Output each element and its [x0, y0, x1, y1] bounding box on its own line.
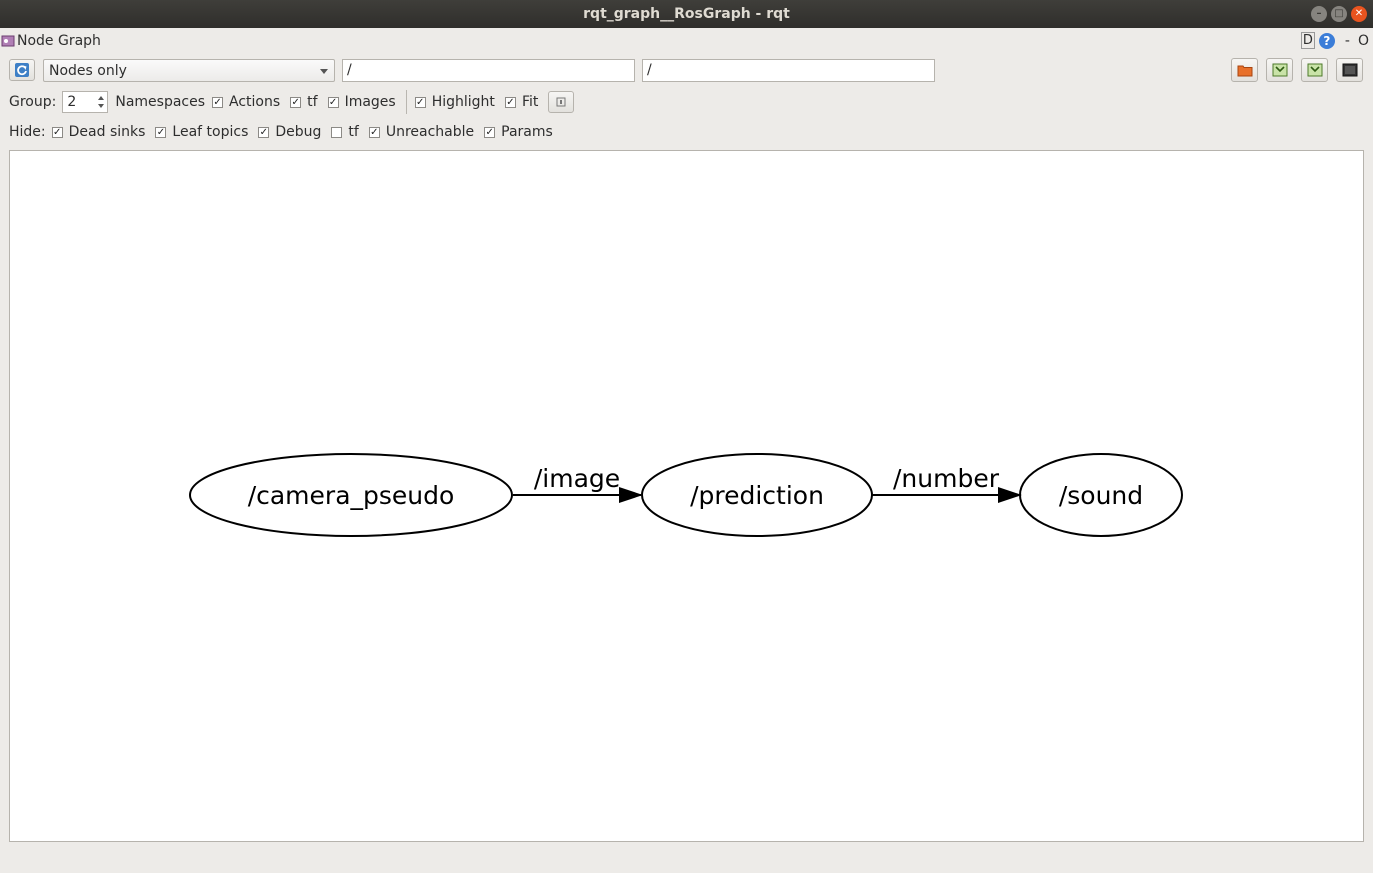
- node-label: /sound: [1059, 481, 1143, 510]
- group-label: Group:: [9, 94, 57, 110]
- minimize-plugin-button[interactable]: -: [1345, 33, 1350, 49]
- leaf-topics-option[interactable]: ✓ Leaf topics: [155, 124, 248, 140]
- params-checkbox[interactable]: ✓: [484, 126, 496, 138]
- leaf-topics-checkbox[interactable]: ✓: [155, 126, 167, 138]
- node-filter-input[interactable]: /: [342, 59, 635, 82]
- unreachable-option[interactable]: ✓ Unreachable: [368, 124, 475, 140]
- save-image-button[interactable]: [1336, 58, 1363, 82]
- dead-sinks-option[interactable]: ✓ Dead sinks: [51, 124, 146, 140]
- spin-up-icon[interactable]: [98, 96, 105, 100]
- images-label: Images: [344, 94, 396, 110]
- spin-down-icon[interactable]: [98, 104, 105, 108]
- node-label: /camera_pseudo: [248, 481, 455, 510]
- plugin-icon: [1, 35, 15, 47]
- params-label: Params: [501, 124, 553, 140]
- node-label: /prediction: [690, 481, 824, 510]
- fit-option[interactable]: ✓ Fit: [504, 94, 539, 110]
- highlight-option[interactable]: ✓ Highlight: [414, 94, 495, 110]
- dead-sinks-label: Dead sinks: [68, 124, 146, 140]
- params-option[interactable]: ✓ Params: [484, 124, 553, 140]
- images-option[interactable]: ✓ Images: [327, 94, 396, 110]
- chevron-down-icon: [320, 69, 328, 74]
- edge-label: /number: [893, 464, 1000, 493]
- images-checkbox[interactable]: ✓: [327, 96, 339, 108]
- graph-edge[interactable]: /image: [513, 464, 643, 503]
- hide-tf-option[interactable]: tf: [331, 124, 359, 140]
- edge-label: /image: [534, 464, 620, 493]
- tf-label: tf: [307, 94, 318, 110]
- hide-tf-label: tf: [348, 124, 359, 140]
- plugin-header-controls: D ? - O: [1300, 32, 1369, 49]
- fit-label: Fit: [521, 94, 539, 110]
- folder-icon: [1237, 65, 1252, 77]
- file-tools: [1231, 58, 1363, 82]
- namespaces-label: Namespaces: [115, 94, 206, 110]
- image-icon: [1342, 63, 1357, 77]
- group-value: 2: [67, 94, 77, 110]
- refresh-icon: [15, 63, 29, 77]
- actions-checkbox[interactable]: ✓: [212, 96, 224, 108]
- load-dot-button[interactable]: [1231, 58, 1258, 82]
- actions-label: Actions: [229, 94, 281, 110]
- unreachable-checkbox[interactable]: ✓: [368, 126, 380, 138]
- close-plugin-button[interactable]: O: [1358, 33, 1369, 49]
- maximize-icon[interactable]: □: [1331, 6, 1347, 22]
- group-spinbox[interactable]: 2: [62, 91, 109, 113]
- graph-node[interactable]: /camera_pseudo: [189, 453, 513, 537]
- dock-button[interactable]: D: [1300, 32, 1315, 49]
- unreachable-label: Unreachable: [385, 124, 475, 140]
- hide-tf-checkbox[interactable]: [331, 126, 343, 138]
- save-dot-button[interactable]: [1266, 58, 1293, 82]
- help-icon[interactable]: ?: [1318, 32, 1335, 49]
- fit-view-icon: [556, 97, 566, 107]
- save-svg-icon: [1307, 63, 1322, 77]
- graph-node[interactable]: /prediction: [641, 453, 873, 537]
- debug-checkbox[interactable]: ✓: [258, 126, 270, 138]
- tf-checkbox[interactable]: ✓: [290, 96, 302, 108]
- fit-checkbox[interactable]: ✓: [504, 96, 516, 108]
- graph-edge[interactable]: /number: [872, 464, 1022, 503]
- graph-canvas[interactable]: /image /number /camera_pseudo /predictio…: [9, 150, 1364, 842]
- tf-option[interactable]: ✓ tf: [290, 94, 318, 110]
- minimize-icon[interactable]: –: [1311, 6, 1327, 22]
- ros-graph: /image /number /camera_pseudo /predictio…: [189, 453, 1183, 537]
- window-title-bar: rqt_graph__RosGraph - rqt – □ ✕: [0, 0, 1373, 28]
- debug-option[interactable]: ✓ Debug: [258, 124, 321, 140]
- fit-in-view-button[interactable]: [548, 91, 575, 113]
- close-icon[interactable]: ✕: [1351, 6, 1367, 22]
- save-dot-icon: [1272, 63, 1287, 77]
- refresh-button[interactable]: [9, 59, 35, 81]
- graph-node[interactable]: /sound: [1019, 453, 1183, 537]
- highlight-checkbox[interactable]: ✓: [414, 96, 426, 108]
- hide-label: Hide:: [9, 124, 46, 140]
- separator: [405, 90, 407, 114]
- window-title: rqt_graph__RosGraph - rqt: [583, 6, 790, 22]
- debug-label: Debug: [275, 124, 322, 140]
- highlight-label: Highlight: [431, 94, 495, 110]
- plugin-title: Node Graph: [17, 33, 101, 49]
- topic-filter-input[interactable]: /: [642, 59, 935, 82]
- leaf-topics-label: Leaf topics: [172, 124, 249, 140]
- actions-option[interactable]: ✓ Actions: [212, 94, 280, 110]
- filter-mode-select[interactable]: Nodes only: [43, 59, 335, 82]
- plugin-header: Node Graph: [0, 30, 101, 52]
- window-controls: – □ ✕: [1311, 6, 1367, 22]
- dead-sinks-checkbox[interactable]: ✓: [51, 126, 63, 138]
- save-svg-button[interactable]: [1301, 58, 1328, 82]
- filter-mode-value: Nodes only: [49, 62, 127, 79]
